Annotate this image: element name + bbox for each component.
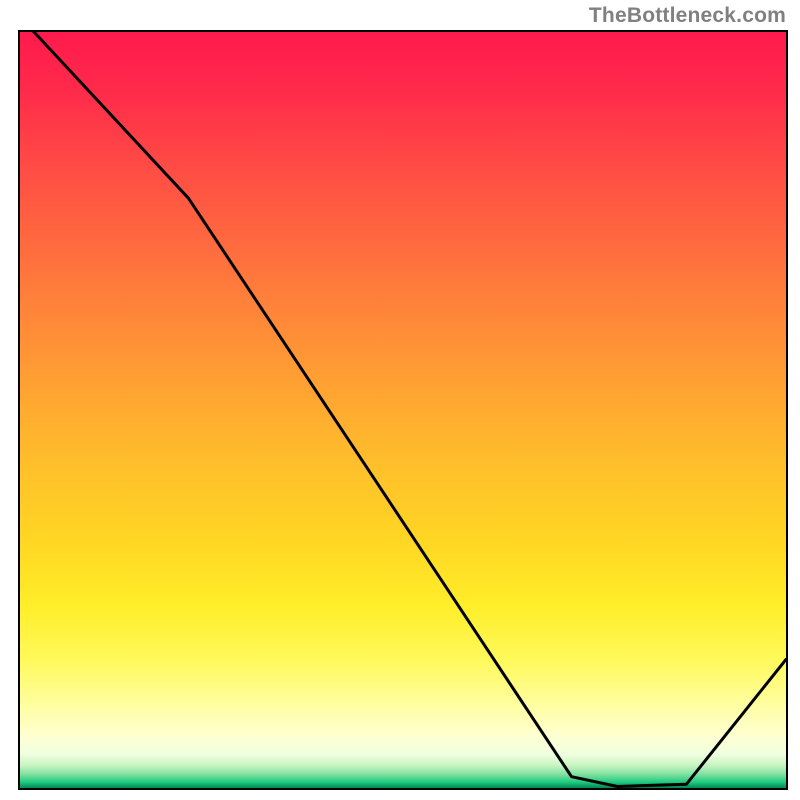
bottleneck-curve-svg xyxy=(20,32,786,788)
attribution-label: TheBottleneck.com xyxy=(589,4,786,28)
chart-plot-area xyxy=(18,30,788,790)
bottleneck-curve-path xyxy=(20,32,786,787)
optimum-range-marker xyxy=(574,788,697,790)
